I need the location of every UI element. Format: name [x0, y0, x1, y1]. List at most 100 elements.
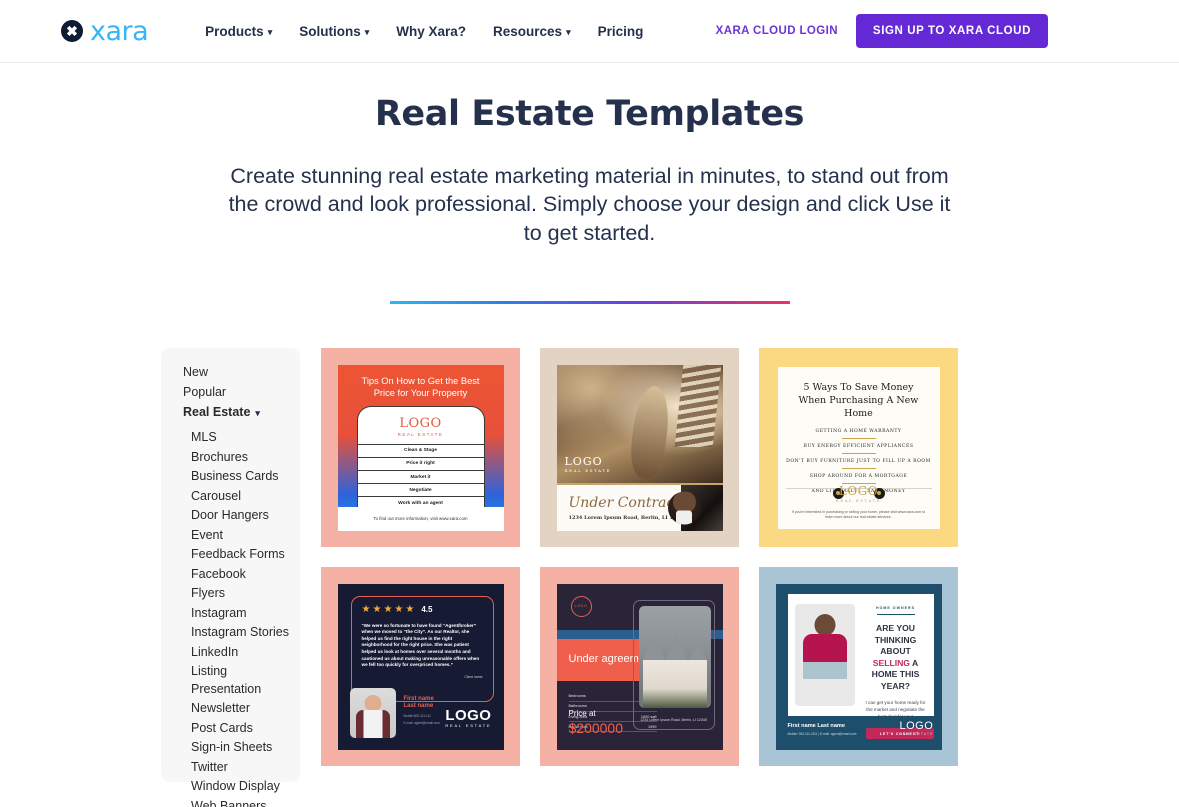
cloud-login-link[interactable]: XARA CLOUD LOGIN	[716, 25, 838, 37]
card4-mobile: Mobile:000-111-111	[403, 713, 431, 718]
sidebar-item-carousel[interactable]: Carousel	[191, 487, 300, 507]
card6-heading-emphasis: SELLING	[872, 657, 910, 668]
sidebar-item-real-estate[interactable]: Real Estate ▾	[183, 402, 300, 422]
card5-price-value: $200000	[568, 719, 624, 736]
template-card-under-agreement[interactable]: LOGO Under agreement Bedrooms 10 Bathroo…	[540, 567, 739, 767]
card6-heading: ARE YOU THINKING ABOUT SELLING A HOME TH…	[866, 623, 926, 692]
card3-list-item: GETTING A HOME WARRANTY	[815, 428, 902, 434]
card4-rating-row: ★ ★ ★ ★ ★ 4.5	[362, 603, 483, 615]
card6-agent-photo	[794, 603, 855, 706]
sidebar-item-door-hangers[interactable]: Door Hangers	[191, 506, 300, 526]
template-preview: HOME OWNERS ARE YOU THINKING ABOUT SELLI…	[775, 583, 942, 750]
card4-first-name: First name	[403, 695, 434, 702]
nav-item-solutions[interactable]: Solutions ▾	[299, 24, 369, 39]
template-preview: LOGO REAL ESTATE Under Contract 1234 Lor…	[556, 364, 723, 531]
card3-logo-block: LOGO REAL ESTATE	[778, 484, 940, 503]
card2-logo: LOGO	[564, 454, 603, 468]
sidebar-item-sign-in-sheets[interactable]: Sign-in Sheets	[191, 738, 300, 758]
sidebar-item-event[interactable]: Event	[191, 526, 300, 546]
sidebar-item-instagram-stories[interactable]: Instagram Stories	[191, 623, 300, 643]
card5-price-block: Price at $200000	[569, 709, 624, 736]
hero-section: Real Estate Templates Create stunning re…	[0, 63, 1179, 305]
template-card-testimonial[interactable]: ★ ★ ★ ★ ★ 4.5 “We were so fortunate to h…	[321, 567, 520, 767]
template-preview: ★ ★ ★ ★ ★ 4.5 “We were so fortunate to h…	[337, 583, 504, 750]
sidebar-item-window-display[interactable]: Window Display	[191, 777, 300, 797]
card4-quote-box: ★ ★ ★ ★ ★ 4.5 “We were so fortunate to h…	[350, 595, 494, 702]
card6-white-panel: HOME OWNERS ARE YOU THINKING ABOUT SELLI…	[787, 593, 934, 740]
card6-logo: LOGO	[899, 719, 934, 732]
chevron-down-icon: ▾	[566, 26, 571, 37]
sidebar-item-new[interactable]: New	[183, 362, 300, 382]
xara-x-icon: ✖	[61, 20, 83, 42]
template-card-save-money[interactable]: 5 Ways To Save Money When Purchasing A N…	[759, 348, 958, 548]
card3-list-item: SHOP AROUND FOR A MORTGAGE	[809, 473, 908, 479]
sidebar-item-mls[interactable]: MLS	[191, 428, 300, 448]
card1-title: Tips On How to Get the Best Price for Yo…	[361, 375, 480, 398]
nav-label: Why Xara?	[396, 23, 467, 39]
card6-body: I can get your home ready for the market…	[865, 700, 926, 720]
nav-item-resources[interactable]: Resources ▾	[493, 24, 571, 39]
template-grid: Tips On How to Get the Best Price for Yo…	[321, 348, 958, 782]
card4-client-name: Client name	[464, 674, 483, 679]
card3-footer: If you're interested in purchasing or se…	[791, 509, 926, 520]
card3-logo-sub: REAL ESTATE	[835, 497, 882, 503]
nav-item-why-xara[interactable]: Why Xara?	[396, 24, 466, 39]
card5-logo-badge: LOGO	[570, 595, 592, 617]
chevron-down-icon: ▾	[364, 26, 370, 37]
card3-logo: LOGO	[838, 483, 879, 498]
page-description: Create stunning real estate marketing ma…	[228, 164, 951, 245]
signup-button[interactable]: SIGN UP TO XARA CLOUD	[855, 14, 1048, 48]
card3-list-item: BUY ENERGY EFFICIENT APPLIANCES	[803, 443, 914, 449]
sidebar-item-brochures[interactable]: Brochures	[191, 448, 300, 468]
nav-label: Solutions	[299, 23, 361, 39]
card1-row: Price it right	[357, 456, 484, 470]
site-header: ✖ xara Products ▾ Solutions ▾ Why Xara? …	[0, 0, 1179, 63]
sidebar-item-feedback-forms[interactable]: Feedback Forms	[191, 545, 300, 565]
card2-photo-logo: LOGO REAL ESTATE	[565, 455, 612, 473]
sidebar-item-facebook[interactable]: Facebook	[191, 565, 300, 585]
card6-logo-block: LOGO REAL ESTATE	[899, 719, 934, 736]
gradient-divider	[389, 301, 790, 305]
nav-label: Resources	[493, 23, 563, 39]
star-icon: ★	[372, 603, 382, 615]
template-card-selling-home[interactable]: HOME OWNERS ARE YOU THINKING ABOUT SELLI…	[759, 567, 958, 767]
card3-list-item: DON'T BUY FURNITURE JUST TO FILL UP A RO…	[786, 458, 931, 464]
template-preview: Tips On How to Get the Best Price for Yo…	[337, 364, 504, 531]
card6-logo-sub: REAL ESTATE	[899, 731, 934, 736]
sidebar-item-instagram[interactable]: Instagram	[191, 604, 300, 624]
card4-logo: LOGO	[445, 706, 492, 724]
sidebar-item-web-banners[interactable]: Web Banners	[191, 797, 300, 807]
sidebar-item-linkedin[interactable]: LinkedIn	[191, 643, 300, 663]
sidebar-item-business-cards[interactable]: Business Cards	[191, 467, 300, 487]
star-half-icon: ★	[405, 603, 415, 615]
card4-rating-value: 4.5	[421, 605, 433, 615]
sidebar-top-group: New Popular Real Estate ▾	[183, 362, 300, 422]
page-title: Real Estate Templates	[374, 94, 805, 134]
template-card-tips-price[interactable]: Tips On How to Get the Best Price for Yo…	[321, 348, 520, 548]
sidebar-item-newsletter[interactable]: Newsletter	[191, 699, 300, 719]
avatar	[667, 491, 701, 525]
sidebar-item-label: Real Estate	[183, 405, 251, 420]
card6-agent-contact: Mobile: 000-111-1111 | E-mail: agent@ema…	[787, 731, 857, 736]
card5-badge-text: LOGO	[574, 604, 588, 609]
divider	[876, 613, 915, 616]
divider	[841, 468, 876, 470]
sidebar-item-flyers[interactable]: Flyers	[191, 584, 300, 604]
sidebar-item-post-cards[interactable]: Post Cards	[191, 719, 300, 739]
xara-logo[interactable]: ✖ xara	[61, 15, 149, 47]
card6-agent-name: First name Last name	[787, 722, 846, 729]
card2-interior-photo: LOGO REAL ESTATE	[556, 364, 723, 483]
logo-text: xara	[90, 15, 149, 47]
sidebar-item-popular[interactable]: Popular	[183, 382, 300, 402]
nav-item-products[interactable]: Products ▾	[205, 24, 272, 39]
sidebar-subcategories: MLS Brochures Business Cards Carousel Do…	[191, 428, 300, 807]
card5-house-photo	[638, 605, 711, 708]
sidebar-item-twitter[interactable]: Twitter	[191, 758, 300, 778]
template-card-under-contract[interactable]: LOGO REAL ESTATE Under Contract 1234 Lor…	[540, 348, 739, 548]
card4-email: E mail: agent@email.com	[403, 721, 440, 726]
card1-row: Market it	[357, 470, 484, 483]
nav-item-pricing[interactable]: Pricing	[598, 24, 644, 39]
card6-kicker: HOME OWNERS	[876, 605, 915, 610]
sidebar-item-listing-presentation[interactable]: Listing Presentation	[191, 662, 300, 699]
card2-logo-sub: REAL ESTATE	[564, 467, 612, 473]
